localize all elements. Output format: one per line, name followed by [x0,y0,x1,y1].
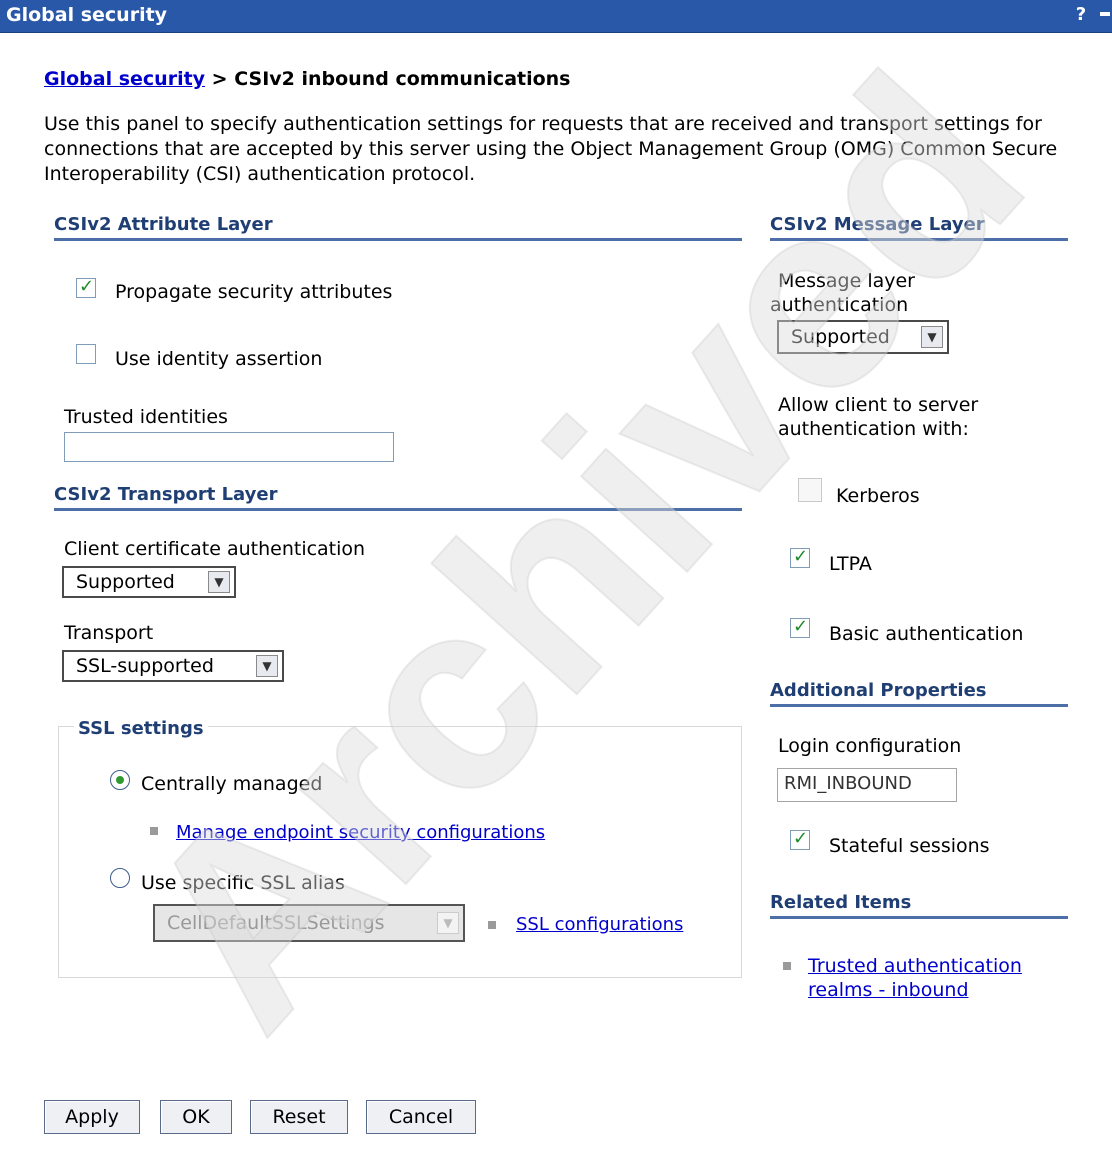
use-identity-assertion-checkbox[interactable] [76,344,96,364]
page-description: Use this panel to specify authentication… [44,113,1058,185]
message-layer-authentication-label-line2: authentication [770,294,909,316]
centrally-managed-radio[interactable] [110,770,130,790]
allow-client-to-server-label-line2: authentication with: [778,418,969,440]
bullet-icon [783,962,791,970]
basic-authentication-label: Basic authentication [829,623,1024,645]
transport-select[interactable]: SSL-supported ▼ [62,650,284,682]
manage-endpoint-security-link[interactable]: Manage endpoint security configurations [176,822,545,843]
breadcrumb-separator: > [211,68,228,90]
login-configuration-label: Login configuration [778,735,962,757]
ssl-settings-legend: SSL settings [74,718,208,739]
client-certificate-authentication-value: Supported [76,571,175,593]
breadcrumb-current: CSIv2 inbound communications [234,68,571,90]
bullet-icon [488,921,496,929]
kerberos-checkbox[interactable] [798,478,822,502]
ltpa-label: LTPA [829,553,872,575]
kerberos-label: Kerberos [836,485,920,507]
ssl-alias-value: CellDefaultSSLSettings [167,912,385,934]
related-items-heading: Related Items [770,892,1068,919]
login-configuration-field: RMI_INBOUND [777,768,957,802]
client-certificate-authentication-select[interactable]: Supported ▼ [62,566,236,598]
ltpa-checkbox[interactable] [790,546,810,568]
trusted-authentication-realms-link-line2[interactable]: realms - inbound [808,979,969,1001]
centrally-managed-label: Centrally managed [141,773,323,795]
use-identity-assertion-label: Use identity assertion [115,348,323,370]
ssl-alias-select[interactable]: CellDefaultSSLSettings ▼ [153,904,465,942]
attribute-layer-heading: CSIv2 Attribute Layer [54,214,742,241]
message-layer-authentication-label-line1: Message layer [778,270,915,292]
window-title-bar: Global security ? [0,0,1112,33]
bullet-icon [150,827,158,835]
trusted-authentication-realms-link-line1[interactable]: Trusted authentication [808,955,1022,977]
transport-value: SSL-supported [76,655,214,677]
window-title: Global security [6,4,168,26]
message-layer-authentication-select[interactable]: Supported ▼ [777,320,949,354]
cancel-button[interactable]: Cancel [366,1100,476,1134]
breadcrumb: Global security > CSIv2 inbound communic… [44,68,571,90]
transport-label: Transport [64,622,154,644]
chevron-down-icon: ▼ [437,912,459,934]
apply-button[interactable]: Apply [44,1100,140,1134]
minimize-icon[interactable] [1100,12,1110,16]
message-layer-heading: CSIv2 Message Layer [770,214,1068,241]
use-specific-ssl-alias-label: Use specific SSL alias [141,872,345,894]
help-icon[interactable]: ? [1072,4,1090,26]
transport-layer-heading: CSIv2 Transport Layer [54,484,742,511]
stateful-sessions-checkbox[interactable] [790,828,810,850]
use-specific-ssl-alias-radio[interactable] [110,868,130,888]
allow-client-to-server-label-line1: Allow client to server [778,394,979,416]
chevron-down-icon: ▼ [208,571,230,593]
stateful-sessions-label: Stateful sessions [829,835,990,857]
chevron-down-icon: ▼ [256,655,278,677]
additional-properties-heading: Additional Properties [770,680,1068,707]
basic-authentication-checkbox[interactable] [790,616,810,638]
client-certificate-authentication-label: Client certificate authentication [64,538,366,560]
propagate-security-attributes-checkbox[interactable] [76,276,96,298]
chevron-down-icon: ▼ [921,326,943,348]
reset-button[interactable]: Reset [250,1100,348,1134]
trusted-identities-input[interactable] [64,432,394,462]
propagate-security-attributes-label: Propagate security attributes [115,281,393,303]
ssl-configurations-link[interactable]: SSL configurations [516,914,683,935]
trusted-identities-label: Trusted identities [64,406,228,428]
message-layer-authentication-value: Supported [791,326,890,348]
breadcrumb-link-global-security[interactable]: Global security [44,68,205,90]
ok-button[interactable]: OK [160,1100,232,1134]
